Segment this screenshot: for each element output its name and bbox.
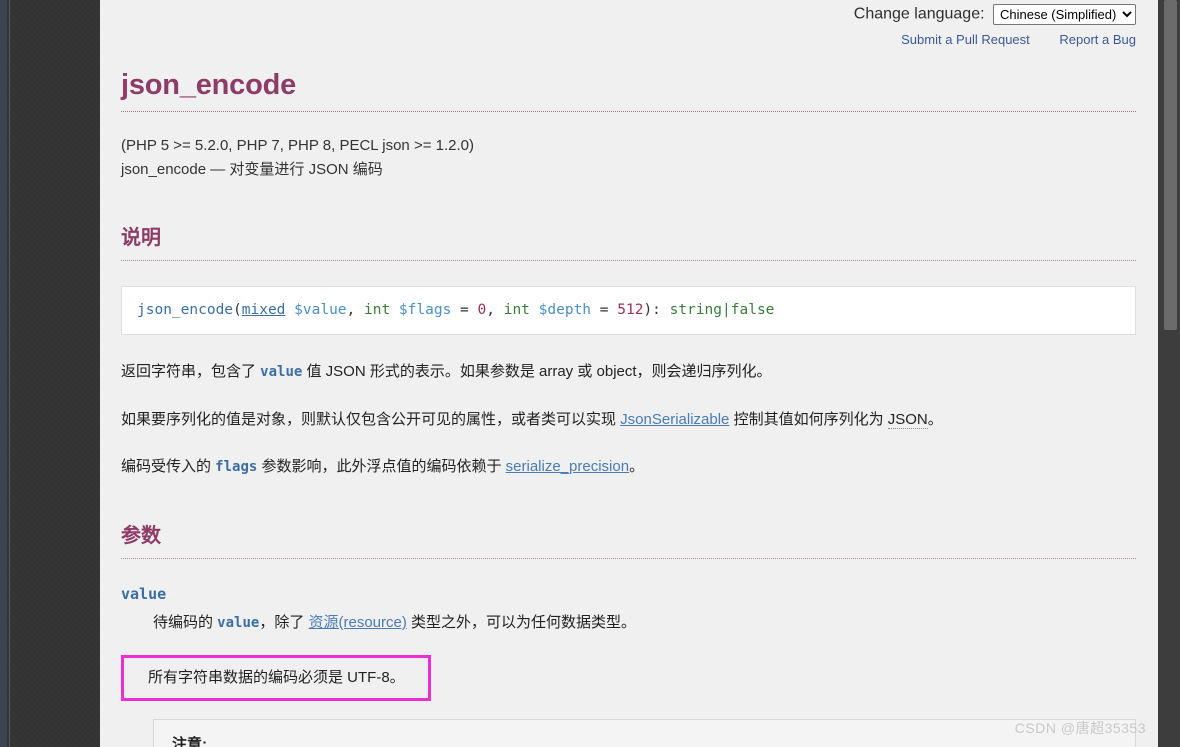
synopsis-equals-2: = — [591, 302, 618, 319]
edit-links-bar: Submit a Pull Request Report a Bug — [121, 32, 1136, 47]
desc-p1-code-value: value — [260, 364, 303, 381]
desc-p2-text-2: 控制其值如何序列化为 — [729, 410, 888, 428]
desc-p3-text-2: 参数影响，此外浮点值的编码依赖于 — [257, 458, 506, 476]
description-paragraph-1: 返回字符串，包含了 value 值 JSON 形式的表示。如果参数是 array… — [121, 360, 1136, 384]
section-heading-parameters: 参数 — [121, 519, 1136, 559]
synopsis-method-name: json_encode — [137, 302, 234, 319]
synopsis-arg3-name: $depth — [529, 302, 592, 319]
version-info: (PHP 5 >= 5.2.0, PHP 7, PHP 8, PECL json… — [121, 134, 1136, 181]
desc-p3-code-flags: flags — [215, 459, 258, 476]
scrollbar-thumb[interactable] — [1164, 0, 1177, 330]
page-title: json_encode — [121, 69, 1136, 112]
serialize-precision-link[interactable]: serialize_precision — [506, 458, 629, 475]
param-desc-text-1: 待编码的 — [153, 613, 218, 631]
language-select[interactable]: Chinese (Simplified) — [993, 4, 1136, 25]
report-a-bug-link[interactable]: Report a Bug — [1059, 32, 1136, 47]
function-purpose-line: json_encode — 对变量进行 JSON 编码 — [121, 160, 383, 178]
desc-p3-text-1: 编码受传入的 — [121, 458, 216, 476]
parameter-name-value: value — [121, 584, 167, 603]
left-gutter-divider — [9, 0, 10, 747]
language-bar: Change language: Chinese (Simplified) — [121, 0, 1136, 25]
json-abbreviation: JSON — [887, 410, 928, 429]
synopsis-separator-1: , — [346, 302, 364, 319]
desc-p1-text-2: 值 JSON 形式的表示。如果参数是 array 或 object，则会递归序列… — [302, 363, 772, 381]
left-page-gutter — [0, 0, 100, 747]
change-language-label: Change language: — [853, 5, 985, 23]
synopsis-arg3-type: int — [503, 302, 530, 319]
utf8-highlight-annotation-box: 所有字符串数据的编码必须是 UTF-8。 — [121, 654, 431, 701]
method-synopsis: json_encode(mixed $value, int $flags = 0… — [121, 286, 1136, 336]
note-box: 注意: PHP 实现了 JSON 的一个超集，参考 » RFC 7159 — [153, 718, 1136, 747]
description-paragraph-3: 编码受传入的 flags 参数影响，此外浮点值的编码依赖于 serialize_… — [121, 455, 1136, 479]
param-desc-code-value: value — [217, 614, 260, 631]
desc-p1-text-1: 返回字符串，包含了 — [121, 363, 261, 381]
page-content: Change language: Chinese (Simplified) Su… — [100, 0, 1158, 747]
left-edge-strip — [0, 0, 7, 747]
synopsis-return-type: string|false — [669, 302, 775, 319]
synopsis-arg2-default: 0 — [477, 302, 487, 319]
synopsis-separator-2: , — [486, 302, 504, 319]
utf8-highlight-text: 所有字符串数据的编码必须是 UTF-8。 — [148, 668, 405, 686]
desc-p2-text-3: 。 — [927, 410, 943, 428]
php-version-line: (PHP 5 >= 5.2.0, PHP 7, PHP 8, PECL json… — [121, 137, 474, 154]
synopsis-arg2-type: int — [364, 302, 391, 319]
note-title: 注意: — [172, 735, 207, 747]
synopsis-close-paren: ) — [643, 302, 653, 319]
desc-p3-text-3: 。 — [629, 458, 645, 476]
synopsis-arg2-name: $flags — [390, 302, 452, 319]
synopsis-arg1-type: mixed — [241, 302, 286, 319]
param-desc-text-3: 类型之外，可以为任何数据类型。 — [406, 613, 637, 631]
resource-type-link[interactable]: 资源(resource) — [309, 614, 407, 631]
documentation-page: Change language: Chinese (Simplified) Su… — [100, 0, 1158, 747]
synopsis-open-paren: ( — [233, 302, 242, 319]
synopsis-arg3-default: 512 — [617, 302, 644, 319]
param-desc-text-2: ，除了 — [259, 613, 309, 631]
synopsis-colon: : — [652, 302, 670, 319]
section-heading-description: 说明 — [121, 221, 1136, 262]
jsonserializable-link[interactable]: JsonSerializable — [620, 411, 729, 428]
description-paragraph-2: 如果要序列化的值是对象，则默认仅包含公开可见的属性，或者类可以实现 JsonSe… — [121, 408, 1136, 431]
vertical-scrollbar[interactable] — [1158, 0, 1180, 747]
desc-p2-text-1: 如果要序列化的值是对象，则默认仅包含公开可见的属性，或者类可以实现 — [121, 410, 621, 428]
synopsis-equals-1: = — [451, 302, 478, 319]
parameter-description-value: 待编码的 value，除了 资源(resource) 类型之外，可以为任何数据类… — [153, 611, 1136, 635]
synopsis-arg1-name: $value — [285, 302, 347, 319]
submit-pull-request-link[interactable]: Submit a Pull Request — [901, 32, 1030, 47]
